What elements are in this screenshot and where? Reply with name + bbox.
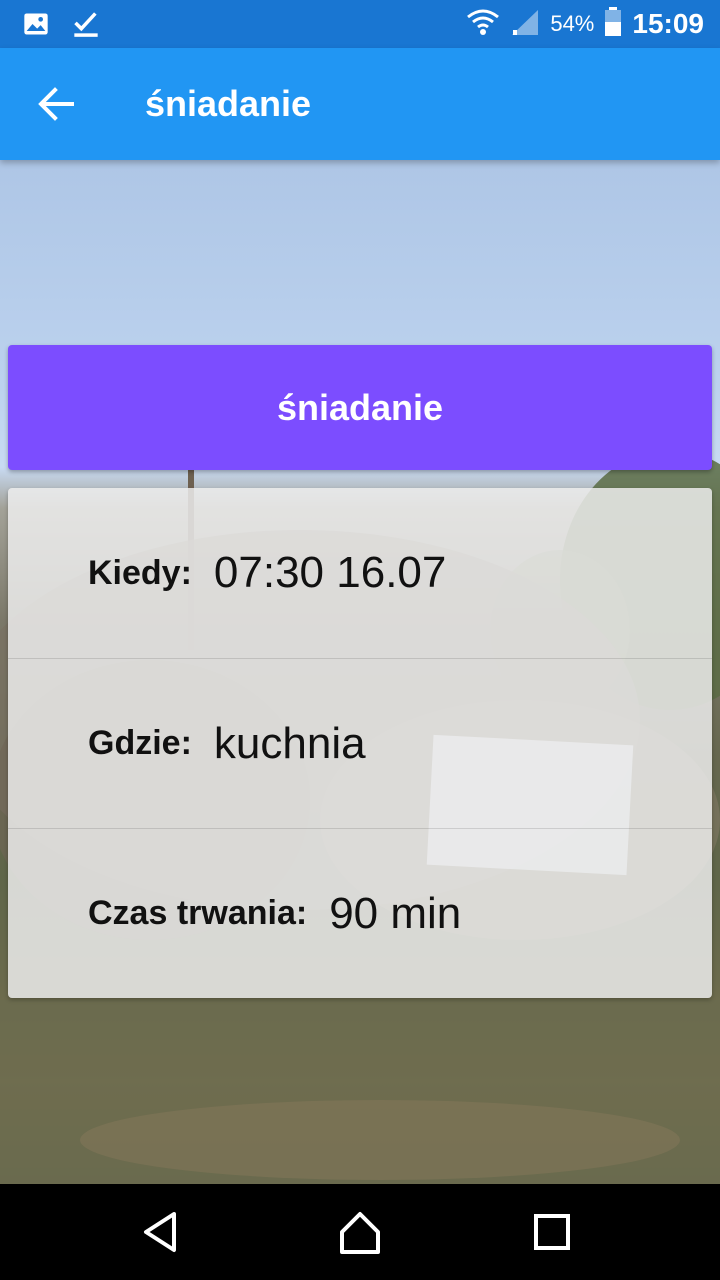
nav-recents-button[interactable]: [526, 1206, 578, 1258]
image-icon: [22, 10, 50, 43]
battery-icon: [604, 6, 622, 42]
event-details-card: Kiedy: 07:30 16.07 Gdzie: kuchnia Czas t…: [8, 488, 712, 998]
checkmark-icon: [72, 10, 100, 43]
nav-home-button[interactable]: [334, 1206, 386, 1258]
battery-percentage: 54%: [550, 11, 595, 36]
page-title: śniadanie: [145, 83, 312, 124]
detail-label: Gdzie:: [88, 724, 192, 762]
detail-value: 07:30 16.07: [213, 548, 447, 597]
recents-square-icon: [534, 1214, 570, 1250]
status-bar: 54% 15:09: [0, 0, 720, 48]
arrow-left-icon: [38, 87, 74, 121]
detail-label: Kiedy:: [88, 553, 192, 592]
detail-row-where: Gdzie: kuchnia: [8, 658, 712, 828]
wifi-icon: [466, 8, 500, 41]
back-triangle-icon: [144, 1212, 176, 1252]
signal-icon: [510, 8, 540, 41]
navigation-bar: [0, 1184, 720, 1280]
detail-row-when: Kiedy: 07:30 16.07: [8, 488, 712, 658]
detail-value: 90 min: [329, 888, 462, 938]
app-bar: śniadanie: [0, 48, 720, 160]
detail-label: Czas trwania:: [88, 894, 308, 932]
home-icon: [340, 1212, 380, 1254]
nav-back-button[interactable]: [134, 1206, 186, 1258]
clock: 15:09: [632, 8, 704, 39]
detail-value: kuchnia: [213, 718, 366, 768]
back-button[interactable]: [34, 82, 78, 126]
detail-row-duration: Czas trwania: 90 min: [8, 828, 712, 998]
event-title-button[interactable]: śniadanie: [8, 345, 712, 470]
